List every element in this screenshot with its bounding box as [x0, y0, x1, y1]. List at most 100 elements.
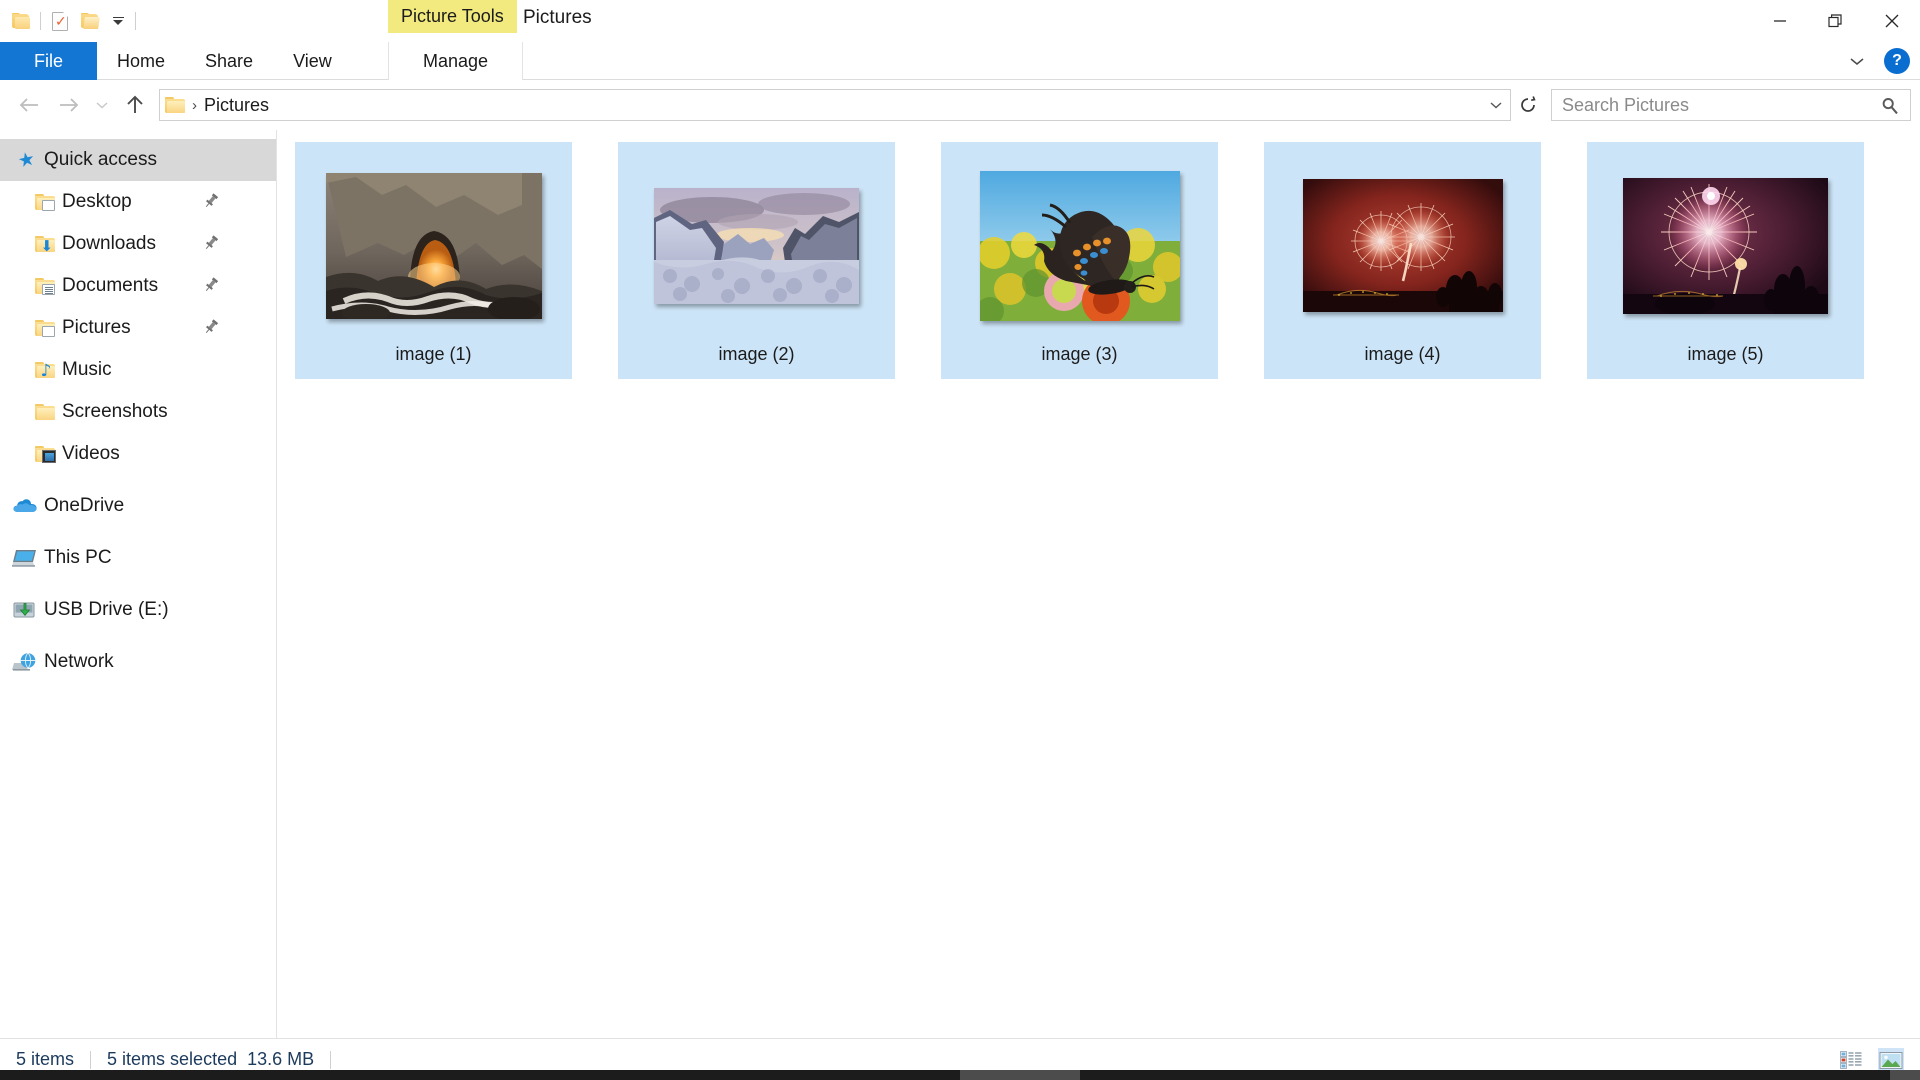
sidebar-item-label: Network — [44, 651, 114, 672]
expand-ribbon-button[interactable] — [1844, 48, 1870, 74]
file-name-label: image (4) — [1364, 344, 1441, 364]
sidebar-item-network[interactable]: Network — [0, 641, 276, 683]
restore-icon — [1828, 14, 1842, 28]
refresh-button[interactable] — [1513, 89, 1543, 121]
computer-icon — [12, 547, 38, 569]
forward-button[interactable] — [49, 85, 89, 125]
sidebar-item-onedrive[interactable]: OneDrive — [0, 485, 276, 527]
sidebar-item-label: Documents — [62, 275, 159, 296]
minimize-icon — [1774, 20, 1786, 22]
back-button[interactable] — [9, 85, 49, 125]
sidebar-item-documents[interactable]: Documents — [0, 265, 276, 307]
breadcrumb-folder-icon — [160, 96, 190, 114]
sidebar-item-label: Pictures — [62, 317, 131, 338]
navigation-pane: ★ Quick access Desktop ⬇ Downloads Docum… — [0, 130, 277, 1038]
file-name-label: image (1) — [395, 344, 472, 364]
address-breadcrumb-bar[interactable]: › Pictures — [159, 89, 1511, 121]
selection-count-label: 5 items selected — [107, 1049, 238, 1069]
status-divider — [90, 1050, 92, 1069]
sidebar-item-screenshots[interactable]: Screenshots — [0, 391, 276, 433]
sidebar-item-label: Desktop — [62, 191, 132, 212]
maximize-button[interactable] — [1808, 0, 1864, 42]
minimize-button[interactable] — [1752, 0, 1808, 42]
search-icon[interactable] — [1880, 96, 1900, 121]
star-pin-icon: ★ — [16, 146, 38, 173]
search-box[interactable] — [1551, 89, 1911, 121]
sidebar-item-usb-drive[interactable]: USB Drive (E:) — [0, 589, 276, 631]
up-button[interactable] — [115, 85, 155, 125]
tab-file[interactable]: File — [0, 42, 97, 80]
chevron-down-icon — [1490, 102, 1502, 109]
help-button[interactable]: ? — [1884, 48, 1910, 74]
folder-icon — [32, 401, 58, 423]
chevron-down-icon — [96, 102, 108, 109]
file-thumbnail — [1623, 177, 1828, 314]
folder-documents-icon — [32, 275, 58, 297]
file-thumbnail — [1302, 179, 1503, 312]
large-icons-view-button[interactable] — [1878, 1048, 1904, 1072]
tab-home[interactable]: Home — [97, 42, 185, 80]
folder-music-icon: ♪ — [32, 359, 58, 381]
pin-icon[interactable] — [202, 318, 220, 336]
sidebar-item-pictures[interactable]: Pictures — [0, 307, 276, 349]
taskbar-segment — [960, 1070, 1080, 1080]
qat-new-folder-button[interactable]: ✓ — [45, 6, 75, 36]
tab-manage[interactable]: Manage — [388, 42, 523, 80]
file-list-view[interactable]: image (1) image (2) image (3) image (4) … — [277, 130, 1920, 1038]
title-bar: ✓ Picture Tools Pictures — [0, 0, 1920, 42]
file-tile[interactable]: image (1) — [295, 142, 572, 379]
sidebar-item-label: OneDrive — [44, 495, 125, 516]
thumbnail-container — [618, 142, 895, 343]
qat-undo-button[interactable] — [75, 6, 105, 36]
sidebar-item-this-pc[interactable]: This PC — [0, 537, 276, 579]
pin-icon[interactable] — [202, 276, 220, 294]
file-tile[interactable]: image (3) — [941, 142, 1218, 379]
thumbnail-container — [1587, 142, 1864, 343]
chevron-down-icon — [112, 16, 124, 26]
file-thumbnail — [654, 187, 859, 304]
recent-locations-button[interactable] — [89, 85, 115, 125]
folder-videos-icon — [32, 443, 58, 465]
ribbon-right-controls: ? — [1844, 42, 1910, 80]
quick-access-toolbar: ✓ — [0, 0, 140, 42]
taskbar-segment — [1890, 1070, 1920, 1080]
sidebar-item-label: Downloads — [62, 233, 156, 254]
qat-properties-button[interactable] — [6, 6, 36, 36]
file-name-label: image (2) — [718, 344, 795, 364]
thumbnail-container — [941, 142, 1218, 343]
arrow-left-icon — [19, 98, 38, 112]
sidebar-item-label: Quick access — [44, 149, 157, 170]
sidebar-item-music[interactable]: ♪ Music — [0, 349, 276, 391]
usb-drive-icon — [12, 599, 38, 621]
close-button[interactable] — [1864, 0, 1920, 42]
details-view-button[interactable] — [1838, 1048, 1864, 1072]
item-count-label: 5 items — [16, 1049, 75, 1069]
sidebar-item-quick-access[interactable]: ★ Quick access — [0, 139, 276, 181]
pin-icon[interactable] — [202, 234, 220, 252]
address-dropdown-button[interactable] — [1482, 90, 1510, 120]
cloud-icon — [12, 495, 38, 517]
folder-icon — [12, 13, 30, 29]
tab-view[interactable]: View — [273, 42, 352, 80]
thumbnail-grid: image (1) image (2) image (3) image (4) … — [295, 142, 1920, 379]
file-tile[interactable]: image (4) — [1264, 142, 1541, 379]
search-input[interactable] — [1562, 94, 1862, 116]
breadcrumb-pictures[interactable]: Pictures — [204, 95, 269, 116]
checked-document-icon: ✓ — [52, 11, 68, 31]
file-tile[interactable]: image (2) — [618, 142, 895, 379]
tab-share[interactable]: Share — [185, 42, 273, 80]
pin-icon[interactable] — [202, 192, 220, 210]
sidebar-item-label: Videos — [62, 443, 120, 464]
sidebar-item-desktop[interactable]: Desktop — [0, 181, 276, 223]
qat-customize-button[interactable] — [105, 6, 131, 36]
status-divider-2 — [330, 1050, 332, 1069]
folder-desktop-icon — [32, 191, 58, 213]
thumbnail-container — [295, 142, 572, 343]
file-tile[interactable]: image (5) — [1587, 142, 1864, 379]
sidebar-item-videos[interactable]: Videos — [0, 433, 276, 475]
sidebar-item-downloads[interactable]: ⬇ Downloads — [0, 223, 276, 265]
window-controls — [1752, 0, 1920, 42]
address-bar: › Pictures — [0, 80, 1920, 130]
folder-downloads-icon: ⬇ — [32, 233, 58, 255]
taskbar-strip — [0, 1070, 1920, 1080]
